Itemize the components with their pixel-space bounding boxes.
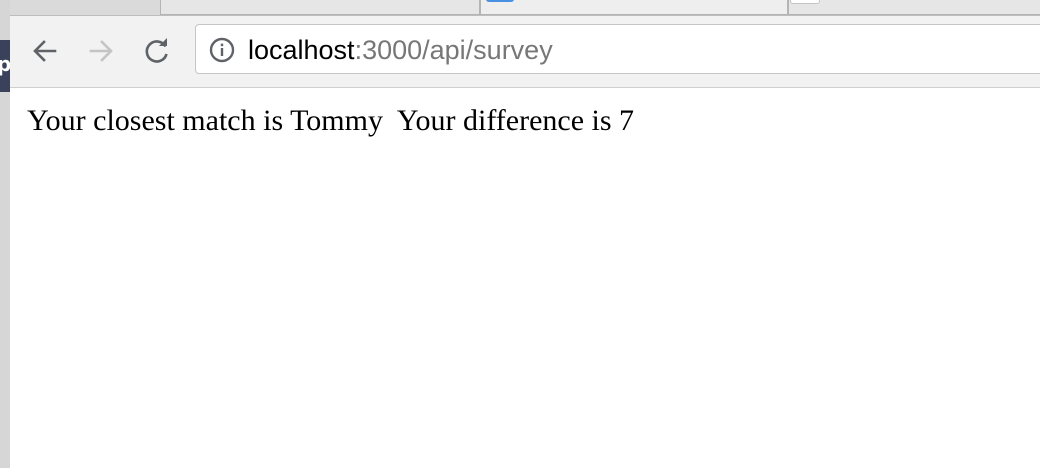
tab-favicon-icon [486, 0, 514, 2]
browser-window: p localhost:3000/api/survey Your closest… [0, 0, 1040, 468]
background-window-panel: p [0, 40, 11, 92]
back-arrow-icon [33, 40, 57, 62]
survey-result-message: Your closest match is Tommy Your differe… [27, 104, 635, 137]
url-text[interactable]: localhost:3000/api/survey [248, 34, 553, 66]
browser-chrome: localhost:3000/api/survey [10, 0, 1040, 88]
info-icon[interactable] [209, 37, 235, 63]
forward-arrow-icon [89, 40, 113, 62]
tab-strip [10, 0, 1040, 16]
reload-button[interactable] [139, 33, 175, 69]
address-bar[interactable]: localhost:3000/api/survey [195, 24, 1040, 74]
tab-favicon-icon [790, 0, 820, 4]
browser-tab[interactable] [160, 0, 480, 15]
back-button[interactable] [27, 33, 63, 69]
background-window-edge: p [0, 0, 11, 468]
url-host: localhost [248, 35, 355, 65]
page-content: Your closest match is Tommy Your differe… [10, 88, 1040, 468]
browser-tab-active[interactable] [480, 0, 788, 15]
forward-button[interactable] [83, 33, 119, 69]
reload-icon [145, 38, 168, 63]
url-path: :3000/api/survey [354, 35, 553, 65]
browser-toolbar: localhost:3000/api/survey [10, 16, 1040, 88]
browser-tab[interactable] [788, 0, 1040, 15]
